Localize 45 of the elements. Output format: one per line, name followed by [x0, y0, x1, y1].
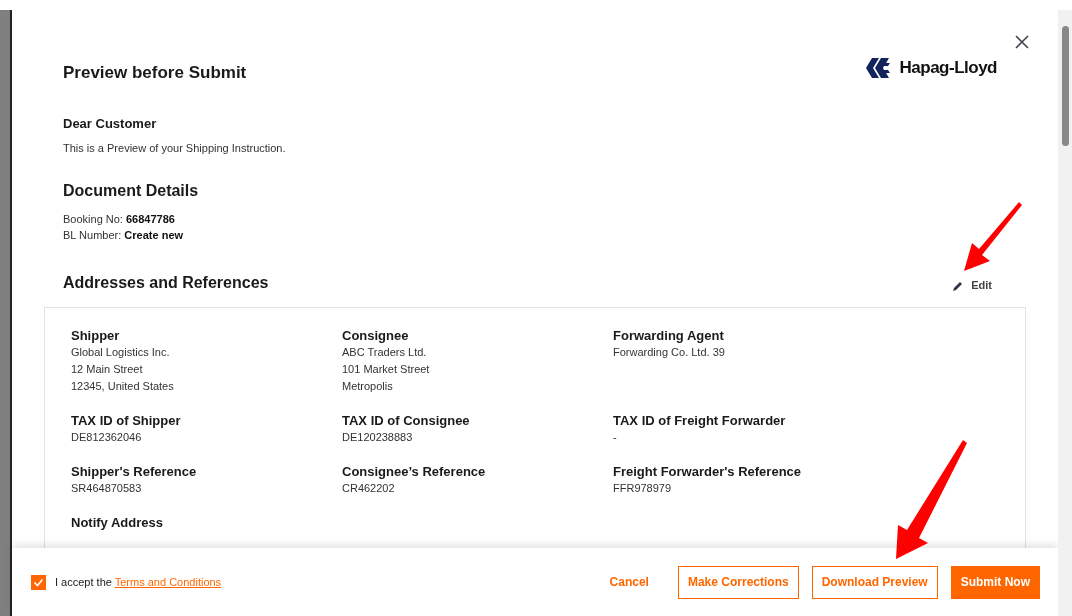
logo-text: Hapag-Lloyd [899, 57, 997, 79]
field-label: Consignee [342, 327, 410, 344]
field-label: Consignee’s Reference [342, 463, 487, 480]
checkmark-icon [33, 576, 44, 588]
footer-button[interactable]: Submit Now [950, 565, 1040, 599]
detail-line: Booking No: 66847786 [63, 211, 176, 227]
accept-text: I accept the Terms and Conditions [55, 574, 222, 590]
field-value: 12 Main Street [71, 361, 144, 377]
close-button[interactable] [1014, 34, 1030, 50]
field-value: FFR978979 [613, 480, 673, 496]
field-value: DE812362046 [71, 429, 143, 445]
field-label: Shipper's Reference [71, 463, 198, 480]
field-value: 101 Market Street [342, 361, 431, 377]
field-value: Forwarding Co. Ltd. 39 [613, 344, 726, 360]
footer-button[interactable]: Make Corrections [677, 565, 799, 599]
field-label: Freight Forwarder's Reference [613, 463, 803, 480]
field-value: - [613, 429, 618, 445]
annotation-arrow [962, 200, 1022, 272]
field-label: Forwarding Agent [613, 327, 725, 344]
intro-text: This is a Preview of your Shipping Instruction. [63, 141, 287, 156]
field-label: TAX ID of Consignee [342, 412, 471, 429]
footer-button[interactable]: Cancel [593, 566, 665, 598]
field-value: CR462202 [342, 480, 396, 496]
field-value: Global Logistics Inc. [71, 344, 171, 360]
field-value: 12345, United States [71, 378, 175, 394]
greeting: Dear Customer [63, 114, 158, 133]
field-label: Notify Address [71, 514, 164, 531]
field-label: TAX ID of Shipper [71, 412, 182, 429]
footer-button[interactable]: Download Preview [811, 565, 938, 599]
logo-icon [863, 57, 892, 78]
field-label: TAX ID of Freight Forwarder [613, 412, 787, 429]
section-heading: Document Details [63, 180, 200, 201]
field-value: ABC Traders Ltd. [342, 344, 428, 360]
section-heading: Addresses and References [63, 272, 269, 293]
field-value: Metropolis [342, 378, 394, 394]
field-value: SR464870583 [71, 480, 143, 496]
terms-link[interactable]: Terms and Conditions [114, 575, 222, 588]
detail-line: BL Number: Create new [63, 227, 185, 243]
accept-checkbox[interactable] [31, 574, 46, 590]
field-value: DE120238883 [342, 429, 414, 445]
scrollbar[interactable] [1058, 10, 1072, 616]
dialog-title: Preview before Submit [63, 62, 247, 84]
pencil-icon [953, 280, 964, 291]
edit-button[interactable]: Edit [953, 277, 992, 294]
field-label: Shipper [71, 327, 121, 344]
